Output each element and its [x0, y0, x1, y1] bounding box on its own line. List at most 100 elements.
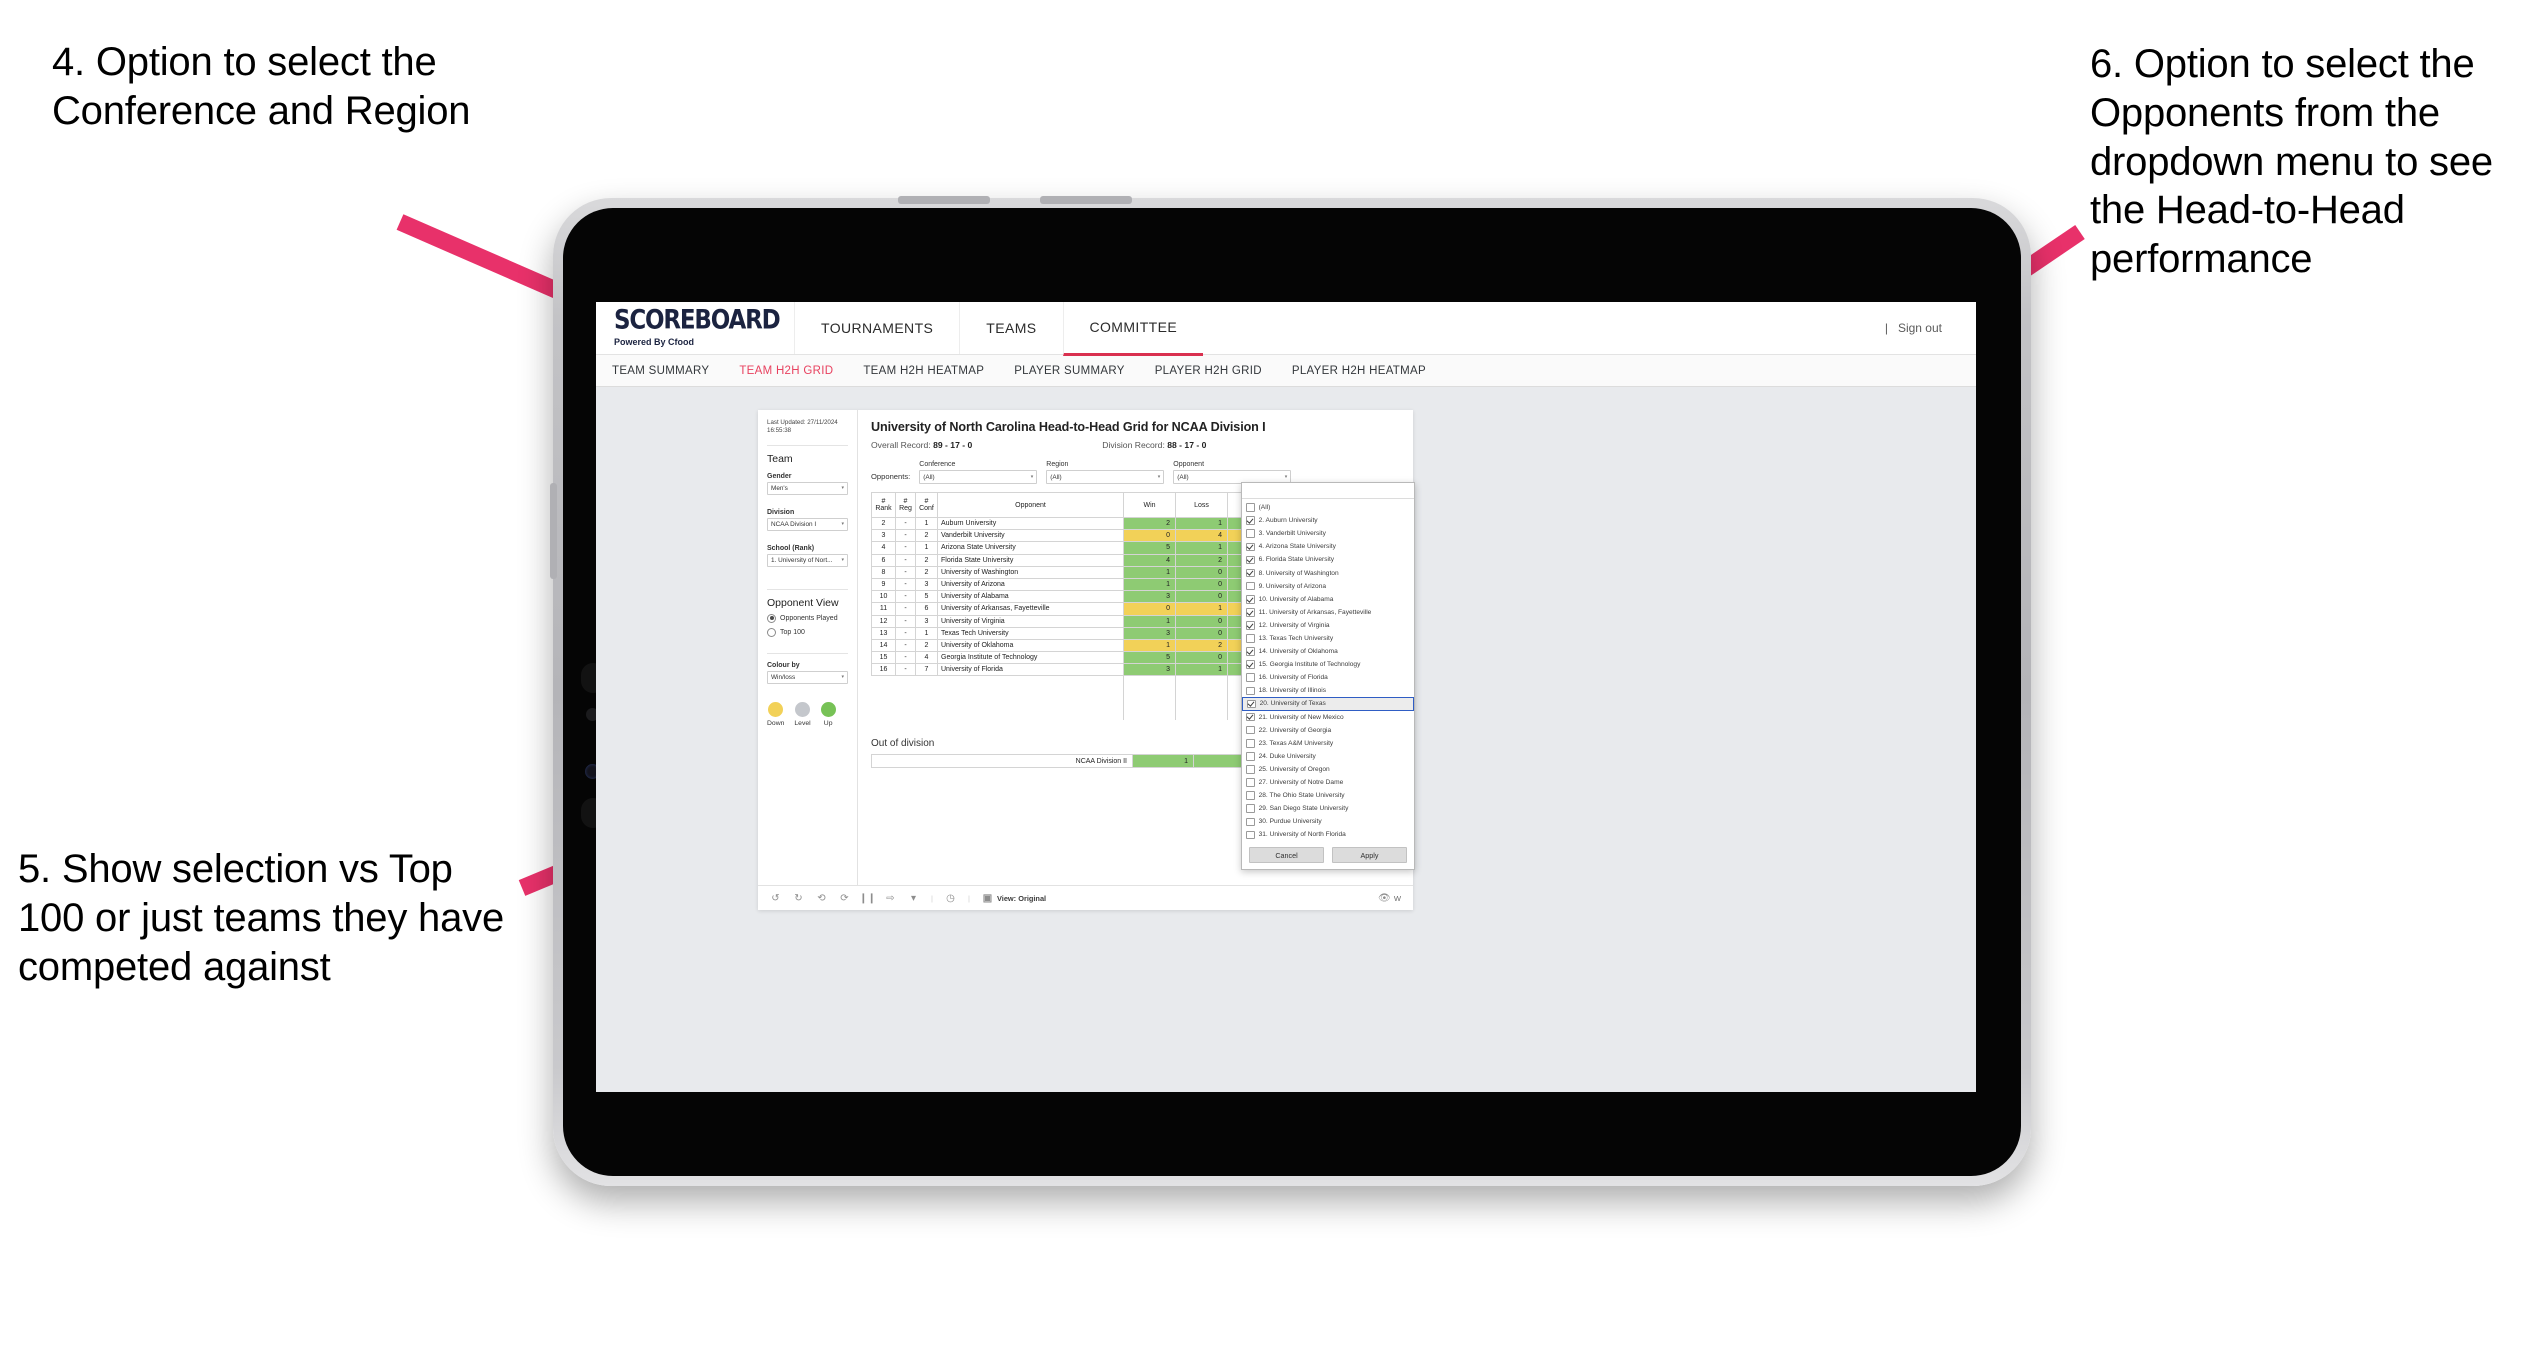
- table-row[interactable]: 8-2 University of Washington 1 0: [871, 565, 1248, 579]
- checkbox-icon[interactable]: [1246, 725, 1255, 735]
- dropdown-option[interactable]: 13. Texas Tech University: [1242, 632, 1414, 645]
- checkbox-icon[interactable]: [1246, 830, 1255, 840]
- checkbox-icon[interactable]: [1246, 712, 1255, 722]
- checkbox-icon[interactable]: [1246, 581, 1255, 591]
- dropdown-option[interactable]: 21. University of New Mexico: [1242, 711, 1414, 724]
- tab-player-h2h-heatmap[interactable]: PLAYER H2H HEATMAP: [1292, 365, 1426, 377]
- dropdown-option[interactable]: 15. Georgia Institute of Technology: [1242, 658, 1414, 671]
- checkbox-icon[interactable]: [1246, 765, 1255, 774]
- dropdown-option[interactable]: (All): [1242, 501, 1414, 514]
- pause-updates-icon[interactable]: ❙❙: [859, 893, 876, 904]
- dropdown-option[interactable]: 4. Arizona State University: [1242, 540, 1414, 553]
- dropdown-option[interactable]: 6. Florida State University: [1242, 553, 1414, 566]
- dropdown-option[interactable]: 29. San Diego State University: [1242, 802, 1414, 815]
- nav-item-tournaments[interactable]: TOURNAMENTS: [794, 302, 959, 354]
- dropdown-option[interactable]: 9. University of Arizona: [1242, 580, 1414, 593]
- toolbar-right[interactable]: 👁 W: [1378, 893, 1401, 904]
- opponent-dropdown-menu[interactable]: (All) 2. Auburn University 3. Vanderbilt U…: [1241, 482, 1415, 871]
- checkbox-icon[interactable]: [1246, 516, 1255, 525]
- checkbox-icon[interactable]: [1246, 778, 1255, 787]
- checkbox-icon[interactable]: [1246, 568, 1255, 578]
- dropdown-search-input[interactable]: [1242, 483, 1414, 499]
- division-select[interactable]: NCAA Division I ▾: [767, 517, 848, 531]
- table-row[interactable]: 14-2 University of Oklahoma 1 2: [871, 638, 1248, 653]
- volume-button-down[interactable]: [1040, 196, 1132, 204]
- checkbox-icon[interactable]: [1247, 699, 1256, 709]
- tab-player-h2h-grid[interactable]: PLAYER H2H GRID: [1155, 365, 1262, 377]
- checkbox-icon[interactable]: [1246, 660, 1255, 669]
- checkbox-icon[interactable]: [1246, 738, 1255, 748]
- table-row[interactable]: 16-7 University of Florida 3 1: [871, 663, 1248, 677]
- dropdown-option[interactable]: 14. University of Oklahoma: [1242, 645, 1414, 658]
- radio-opponents-played[interactable]: Opponents Played: [767, 613, 848, 623]
- table-row[interactable]: 6-2 Florida State University 4 2: [871, 553, 1248, 567]
- checkbox-icon[interactable]: [1246, 621, 1255, 630]
- view-original-button[interactable]: ▣ View: Original: [982, 893, 1046, 904]
- table-row[interactable]: 12-3 University of Virginia 1 0: [871, 614, 1248, 628]
- power-button[interactable]: [550, 483, 557, 579]
- conference-select[interactable]: (All) ▾: [919, 470, 1038, 484]
- history-icon[interactable]: ◷: [945, 893, 956, 904]
- table-row[interactable]: 2-1 Auburn University 2 1: [871, 516, 1248, 531]
- dropdown-option[interactable]: 25. University of Oregon: [1242, 763, 1414, 776]
- checkbox-icon[interactable]: [1246, 752, 1255, 761]
- dropdown-option[interactable]: 2. Auburn University: [1242, 514, 1414, 527]
- sign-out-link[interactable]: Sign out: [1898, 321, 1942, 335]
- dropdown-option[interactable]: 8. University of Washington: [1242, 566, 1414, 579]
- region-select[interactable]: (All) ▾: [1046, 470, 1165, 484]
- gender-select[interactable]: Men's ▾: [767, 481, 848, 495]
- dropdown-option[interactable]: 24. Duke University: [1242, 750, 1414, 763]
- tab-team-summary[interactable]: TEAM SUMMARY: [612, 365, 709, 377]
- tab-team-h2h-heatmap[interactable]: TEAM H2H HEATMAP: [863, 365, 984, 377]
- checkbox-icon[interactable]: [1246, 791, 1255, 800]
- table-row[interactable]: 9-3 University of Arizona 1 0: [871, 577, 1248, 592]
- dropdown-option[interactable]: 30. Purdue University: [1242, 815, 1414, 828]
- table-row[interactable]: 13-1 Texas Tech University 3 0: [871, 626, 1248, 640]
- nav-item-teams[interactable]: TEAMS: [959, 302, 1062, 354]
- checkbox-icon[interactable]: [1246, 503, 1255, 512]
- dropdown-option[interactable]: 23. Texas A&M University: [1242, 737, 1414, 750]
- dropdown-option[interactable]: 28. The Ohio State University: [1242, 789, 1414, 802]
- dropdown-option[interactable]: 31. University of North Florida: [1242, 828, 1414, 841]
- checkbox-icon[interactable]: [1246, 608, 1255, 617]
- share-icon[interactable]: ⇨: [885, 893, 896, 904]
- checkbox-icon[interactable]: [1246, 686, 1255, 696]
- dropdown-option[interactable]: 11. University of Arkansas, Fayetteville: [1242, 606, 1414, 619]
- cancel-button[interactable]: Cancel: [1249, 847, 1324, 864]
- volume-button-up[interactable]: [898, 196, 990, 204]
- dropdown-option[interactable]: 18. University of Illinois: [1242, 684, 1414, 697]
- table-row[interactable]: 11-6 University of Arkansas, Fayetteville…: [871, 602, 1248, 616]
- tab-team-h2h-grid[interactable]: TEAM H2H GRID: [739, 365, 833, 377]
- undo-icon[interactable]: ↺: [770, 893, 781, 904]
- checkbox-icon[interactable]: [1246, 542, 1255, 552]
- checkbox-icon[interactable]: [1246, 594, 1255, 604]
- dropdown-option[interactable]: 22. University of Georgia: [1242, 724, 1414, 737]
- checkbox-icon[interactable]: [1246, 647, 1255, 656]
- table-row[interactable]: 15-4 Georgia Institute of Technology 5 0: [871, 651, 1248, 665]
- school-select[interactable]: 1. University of Nort... ▾: [767, 553, 848, 567]
- checkbox-icon[interactable]: [1246, 634, 1255, 643]
- dropdown-option[interactable]: 12. University of Virginia: [1242, 619, 1414, 632]
- dropdown-option[interactable]: 20. University of Texas: [1242, 697, 1414, 711]
- checkbox-icon[interactable]: [1246, 529, 1255, 539]
- redo-icon[interactable]: ↻: [793, 893, 804, 904]
- dropdown-option[interactable]: 10. University of Alabama: [1242, 593, 1414, 606]
- colour-by-select[interactable]: Win/loss ▾: [767, 670, 848, 684]
- table-row[interactable]: 4-1 Arizona State University 5 1: [871, 541, 1248, 555]
- dropdown-option[interactable]: 16. University of Florida: [1242, 671, 1414, 684]
- refresh-data-icon[interactable]: ⟳: [839, 893, 850, 904]
- tab-player-summary[interactable]: PLAYER SUMMARY: [1014, 365, 1125, 377]
- table-row[interactable]: 10-5 University of Alabama 3 0: [871, 590, 1248, 604]
- dropdown-option[interactable]: 3. Vanderbilt University: [1242, 527, 1414, 540]
- revert-icon[interactable]: ⟲: [816, 893, 827, 904]
- radio-top-100[interactable]: Top 100: [767, 627, 848, 637]
- checkbox-icon[interactable]: [1246, 555, 1255, 565]
- apply-button[interactable]: Apply: [1332, 847, 1407, 864]
- dropdown-option[interactable]: 27. University of Notre Dame: [1242, 776, 1414, 789]
- table-row[interactable]: 3-2 Vanderbilt University 0 4: [871, 529, 1248, 543]
- checkbox-icon[interactable]: [1246, 673, 1255, 683]
- nav-item-committee[interactable]: COMMITTEE: [1062, 302, 1204, 356]
- app-logo[interactable]: SCOREBOARD Powered By Cfood: [596, 302, 794, 354]
- checkbox-icon[interactable]: [1246, 817, 1255, 827]
- checkbox-icon[interactable]: [1246, 804, 1255, 813]
